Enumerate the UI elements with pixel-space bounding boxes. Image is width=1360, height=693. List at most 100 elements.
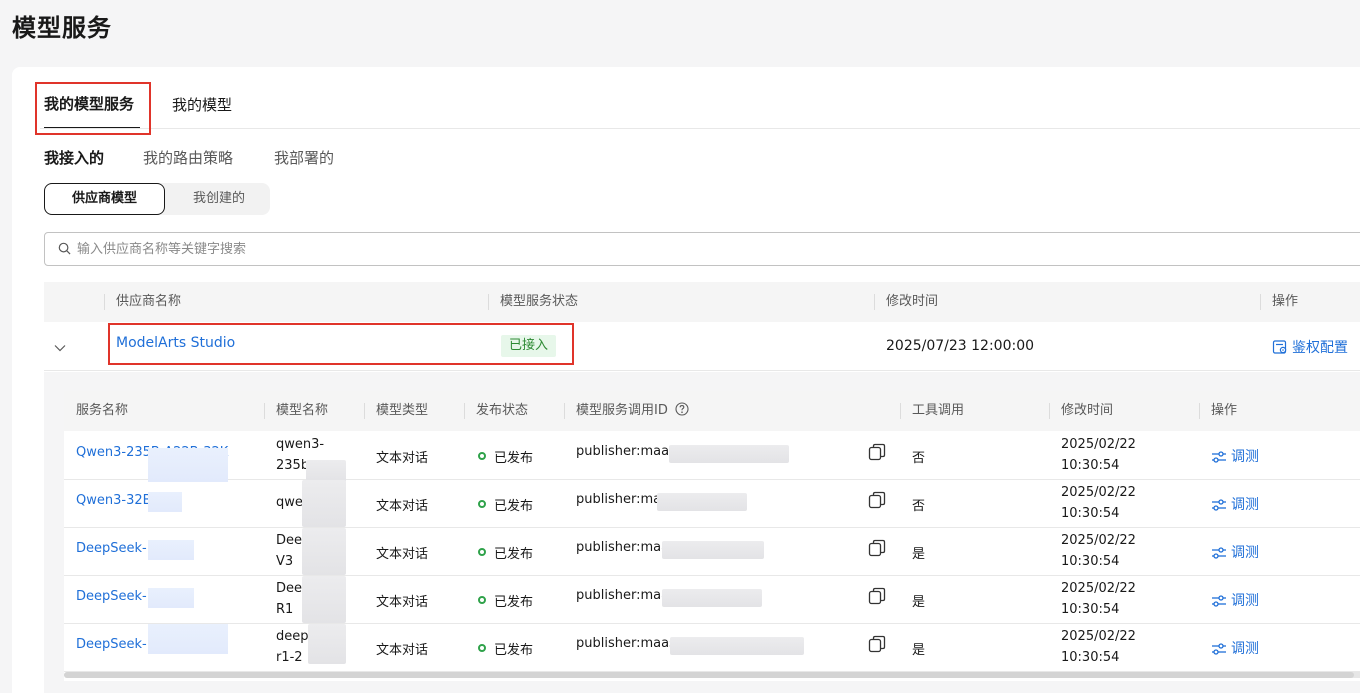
auth-config-button[interactable]: 鉴权配置 xyxy=(1272,337,1348,357)
modified-time: 10:30:54 xyxy=(1061,506,1120,521)
modified-date: 2025/02/22 xyxy=(1061,533,1136,548)
redacted-area xyxy=(302,480,346,527)
tune-icon xyxy=(1212,499,1226,511)
highlight-box-provider xyxy=(108,323,574,365)
tune-icon xyxy=(1212,547,1226,559)
service-name-link[interactable]: DeepSeek- xyxy=(76,589,147,604)
header-separator xyxy=(1049,403,1050,419)
table-row: DeepSeek- Dee V3 文本对话 已发布 publisher:maa 是… xyxy=(64,528,1360,576)
publish-status: 已发布 xyxy=(494,643,534,658)
debug-button[interactable]: 调测 xyxy=(1211,446,1259,466)
publish-status: 已发布 xyxy=(494,451,534,466)
debug-button[interactable]: 调测 xyxy=(1211,494,1259,514)
tune-icon xyxy=(1212,595,1226,607)
modified-date: 2025/02/22 xyxy=(1061,629,1136,644)
auth-config-icon xyxy=(1272,340,1287,354)
search-input[interactable] xyxy=(77,233,1277,265)
header-model-type: 模型类型 xyxy=(376,403,429,418)
table-row: Qwen3-235B-A22B-32K qwen3-235b 文本对话 已发布 … xyxy=(64,432,1360,482)
modified-date: 2025/02/22 xyxy=(1061,485,1136,500)
model-type: 文本对话 xyxy=(376,595,429,610)
redacted-area xyxy=(308,624,346,664)
call-id: publisher:maas xyxy=(576,444,676,459)
providers-table-header: 供应商名称 模型服务状态 修改时间 操作 xyxy=(44,282,1360,322)
header-call-id: 模型服务调用ID xyxy=(576,391,689,431)
chevron-down-icon[interactable] xyxy=(54,344,66,352)
header-separator xyxy=(900,403,901,419)
publish-status: 已发布 xyxy=(494,547,534,562)
debug-button[interactable]: 调测 xyxy=(1211,542,1259,562)
table-row: Qwen3-32B qwe 文本对话 已发布 publisher:ma 否 20… xyxy=(64,480,1360,528)
tab-my-models[interactable]: 我的模型 xyxy=(172,94,232,115)
segmented-control: 供应商模型 我创建的 xyxy=(44,183,270,215)
services-table-header: 服务名称 模型名称 模型类型 发布状态 模型服务调用ID 工具调用 修改时间 操… xyxy=(64,391,1360,431)
redacted-area xyxy=(662,589,762,607)
redacted-area xyxy=(148,448,228,482)
debug-button[interactable]: 调测 xyxy=(1211,638,1259,658)
tool-call: 是 xyxy=(912,595,926,610)
call-id: publisher:maa xyxy=(576,540,670,555)
model-name-line1: qwen3- xyxy=(276,437,325,452)
redacted-area xyxy=(657,493,747,511)
header-separator xyxy=(488,294,489,310)
header-separator xyxy=(464,403,465,419)
segment-my-created[interactable]: 我创建的 xyxy=(168,183,270,215)
header-actions: 操作 xyxy=(1211,403,1238,418)
service-name-link[interactable]: DeepSeek- xyxy=(76,637,147,652)
copy-icon[interactable] xyxy=(867,490,887,510)
header-service-name: 服务名称 xyxy=(76,403,129,418)
header-separator xyxy=(364,403,365,419)
copy-icon[interactable] xyxy=(867,586,887,606)
debug-button[interactable]: 调测 xyxy=(1211,590,1259,610)
modified-time: 10:30:54 xyxy=(1061,602,1120,617)
model-name: Dee R1 xyxy=(276,578,302,620)
model-type: 文本对话 xyxy=(376,451,429,466)
status-dot xyxy=(478,452,486,460)
header-separator xyxy=(1260,294,1261,310)
search-icon xyxy=(58,242,71,255)
model-name-line2: r1-2 xyxy=(276,650,303,665)
status-dot xyxy=(478,596,486,604)
publish-status: 已发布 xyxy=(494,595,534,610)
page-title: 模型服务 xyxy=(12,14,112,42)
redacted-area xyxy=(662,541,764,559)
search-box xyxy=(44,232,1360,266)
model-name-line2: 235b xyxy=(276,458,310,473)
publish-status: 已发布 xyxy=(494,499,534,514)
services-table: 服务名称 模型名称 模型类型 发布状态 模型服务调用ID 工具调用 修改时间 操… xyxy=(64,391,1360,681)
debug-label: 调测 xyxy=(1231,593,1259,609)
header-call-id-label: 模型服务调用ID xyxy=(576,403,668,418)
header-modified-time: 修改时间 xyxy=(1061,403,1114,418)
redacted-area xyxy=(302,576,346,623)
table-row: DeepSeek- deep r1-2 文本对话 已发布 publisher:ma… xyxy=(64,624,1360,672)
copy-icon[interactable] xyxy=(867,634,887,654)
help-circle-icon[interactable] xyxy=(675,402,689,416)
horizontal-scrollbar[interactable] xyxy=(64,672,1360,678)
tool-call: 否 xyxy=(912,499,926,514)
tool-call: 否 xyxy=(912,451,926,466)
service-name-link[interactable]: DeepSeek- xyxy=(76,541,147,556)
model-name-line1: Dee xyxy=(276,581,303,596)
service-name-link[interactable]: Qwen3-32B xyxy=(76,493,152,508)
tool-call: 是 xyxy=(912,643,926,658)
redacted-area xyxy=(306,460,346,482)
header-model-name: 模型名称 xyxy=(276,403,329,418)
scrollbar-thumb[interactable] xyxy=(64,672,1354,678)
copy-icon[interactable] xyxy=(867,442,887,462)
copy-icon[interactable] xyxy=(867,538,887,558)
subtab-routing-policy[interactable]: 我的路由策略 xyxy=(143,147,233,168)
modified-date: 2025/02/22 xyxy=(1061,437,1136,452)
auth-config-label: 鉴权配置 xyxy=(1292,340,1348,356)
tool-call: 是 xyxy=(912,547,926,562)
redacted-area xyxy=(302,528,346,575)
header-separator xyxy=(264,403,265,419)
status-dot xyxy=(478,500,486,508)
modified-datetime: 2025/02/22 10:30:54 xyxy=(1061,434,1136,476)
subtab-connected[interactable]: 我接入的 xyxy=(44,147,104,168)
model-type: 文本对话 xyxy=(376,643,429,658)
status-dot xyxy=(478,548,486,556)
segment-provider-models[interactable]: 供应商模型 xyxy=(44,183,165,215)
subtab-deployed[interactable]: 我部署的 xyxy=(274,147,334,168)
header-tool-call: 工具调用 xyxy=(912,403,965,418)
modified-time: 10:30:54 xyxy=(1061,458,1120,473)
